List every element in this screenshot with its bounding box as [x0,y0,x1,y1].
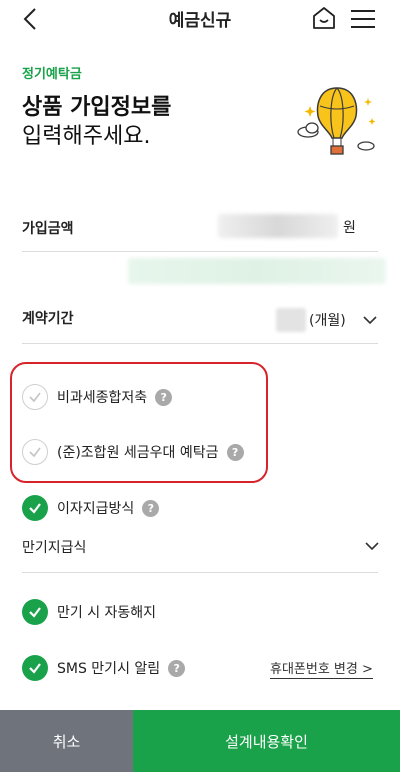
period-select[interactable] [276,308,306,332]
tax-preferential-deposit-label: (준)조합원 세금우대 예탁금 [57,445,219,461]
help-icon[interactable]: ? [168,659,186,677]
auto-close-option[interactable]: 만기 시 자동해지 [22,598,156,626]
amount-label: 가입금액 [22,221,74,237]
amount-input[interactable] [218,214,338,238]
amount-korean-text [128,258,386,284]
checkbox-checked-icon[interactable] [22,655,48,681]
tax-free-savings-option[interactable]: 비과세종합저축 ? [22,383,173,411]
help-icon[interactable]: ? [142,499,160,517]
interest-method-option[interactable]: 이자지급방식 ? [22,494,160,522]
heading-line-1: 상품 가입정보를 [22,95,172,120]
interest-method-select[interactable]: 만기지급식 [22,537,86,557]
help-icon[interactable]: ? [226,443,244,461]
tax-preferential-deposit-option[interactable]: (준)조합원 세금우대 예탁금 ? [22,438,244,466]
tax-free-savings-label: 비과세종합저축 [57,390,148,406]
interest-method-label: 이자지급방식 [57,501,135,517]
sms-alert-option[interactable]: SMS 만기시 알림 ? [22,654,186,682]
cancel-button[interactable]: 취소 [0,710,133,772]
checkbox-checked-icon[interactable] [22,495,48,521]
menu-icon[interactable] [350,8,376,30]
interest-divider [22,572,378,573]
home-icon[interactable] [311,5,337,31]
confirm-design-button[interactable]: 설계내용확인 [133,710,400,772]
checkbox-unchecked-icon[interactable] [22,439,48,465]
amount-divider [22,251,378,252]
auto-close-label: 만기 시 자동해지 [57,605,157,621]
period-divider [22,343,378,344]
page-heading: 상품 가입정보를 입력해주세요. [22,93,171,151]
period-label: 계약기간 [22,311,74,327]
period-unit: (개월) [309,313,346,329]
sms-alert-label: SMS 만기시 알림 [57,661,161,677]
page-title: 예금신규 [168,11,232,31]
help-icon[interactable]: ? [155,388,173,406]
interest-chevron-down-icon[interactable] [364,538,380,554]
app-header: 예금신규 [0,0,400,40]
change-phone-number-link[interactable]: 휴대폰번호 변경 > [270,658,373,679]
hot-air-balloon-icon [297,87,376,155]
period-chevron-down-icon[interactable] [362,312,378,328]
checkbox-unchecked-icon[interactable] [22,384,48,410]
checkbox-checked-icon[interactable] [22,599,48,625]
heading-line-2: 입력해주세요. [22,124,151,149]
amount-unit: 원 [343,220,356,236]
bottom-action-bar: 취소 설계내용확인 [0,710,400,772]
product-category: 정기예탁금 [22,67,82,82]
